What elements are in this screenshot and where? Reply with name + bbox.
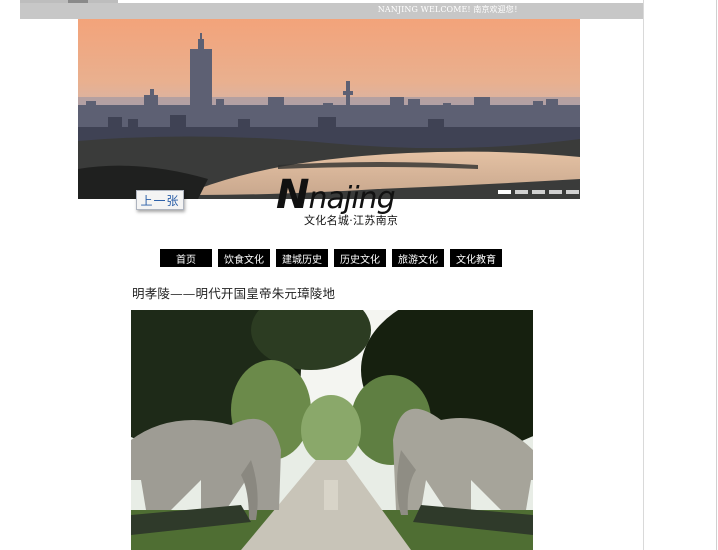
nav-item-city-history[interactable]: 建城历史 (276, 249, 328, 267)
nav-item-home[interactable]: 首页 (160, 249, 212, 267)
main-nav: 首页 饮食文化 建城历史 历史文化 旅游文化 文化教育 (160, 249, 508, 267)
site-logo[interactable]: Nnajing (276, 175, 396, 216)
nav-item-education[interactable]: 文化教育 (450, 249, 502, 267)
welcome-text: NANJING WELCOME! 南京欢迎您！ (377, 5, 522, 14)
slide-dot-1[interactable] (498, 190, 511, 194)
logo-subtitle: 文化名城·江苏南京 (304, 214, 399, 227)
welcome-bar: NANJING WELCOME! 南京欢迎您！ (20, 3, 643, 19)
logo-word-rest: najing (308, 181, 395, 216)
slide-indicators (498, 190, 579, 194)
ming-tomb-elephants-image (131, 310, 533, 550)
banner-slideshow (78, 19, 580, 199)
article-title: 明孝陵——明代开国皇帝朱元璋陵地 (132, 286, 336, 301)
article-photo (131, 310, 533, 550)
banner-skyline-image (78, 19, 580, 199)
slide-dot-5[interactable] (566, 190, 579, 194)
window-right-border (716, 0, 717, 550)
prev-slide-button[interactable]: 上一张 (136, 190, 184, 210)
slide-dot-2[interactable] (515, 190, 528, 194)
slide-dot-4[interactable] (549, 190, 562, 194)
slide-dot-3[interactable] (532, 190, 545, 194)
nav-item-food-culture[interactable]: 饮食文化 (218, 249, 270, 267)
nav-item-historical-culture[interactable]: 历史文化 (334, 249, 386, 267)
page-right-border (643, 0, 644, 550)
nav-item-tourism-culture[interactable]: 旅游文化 (392, 249, 444, 267)
